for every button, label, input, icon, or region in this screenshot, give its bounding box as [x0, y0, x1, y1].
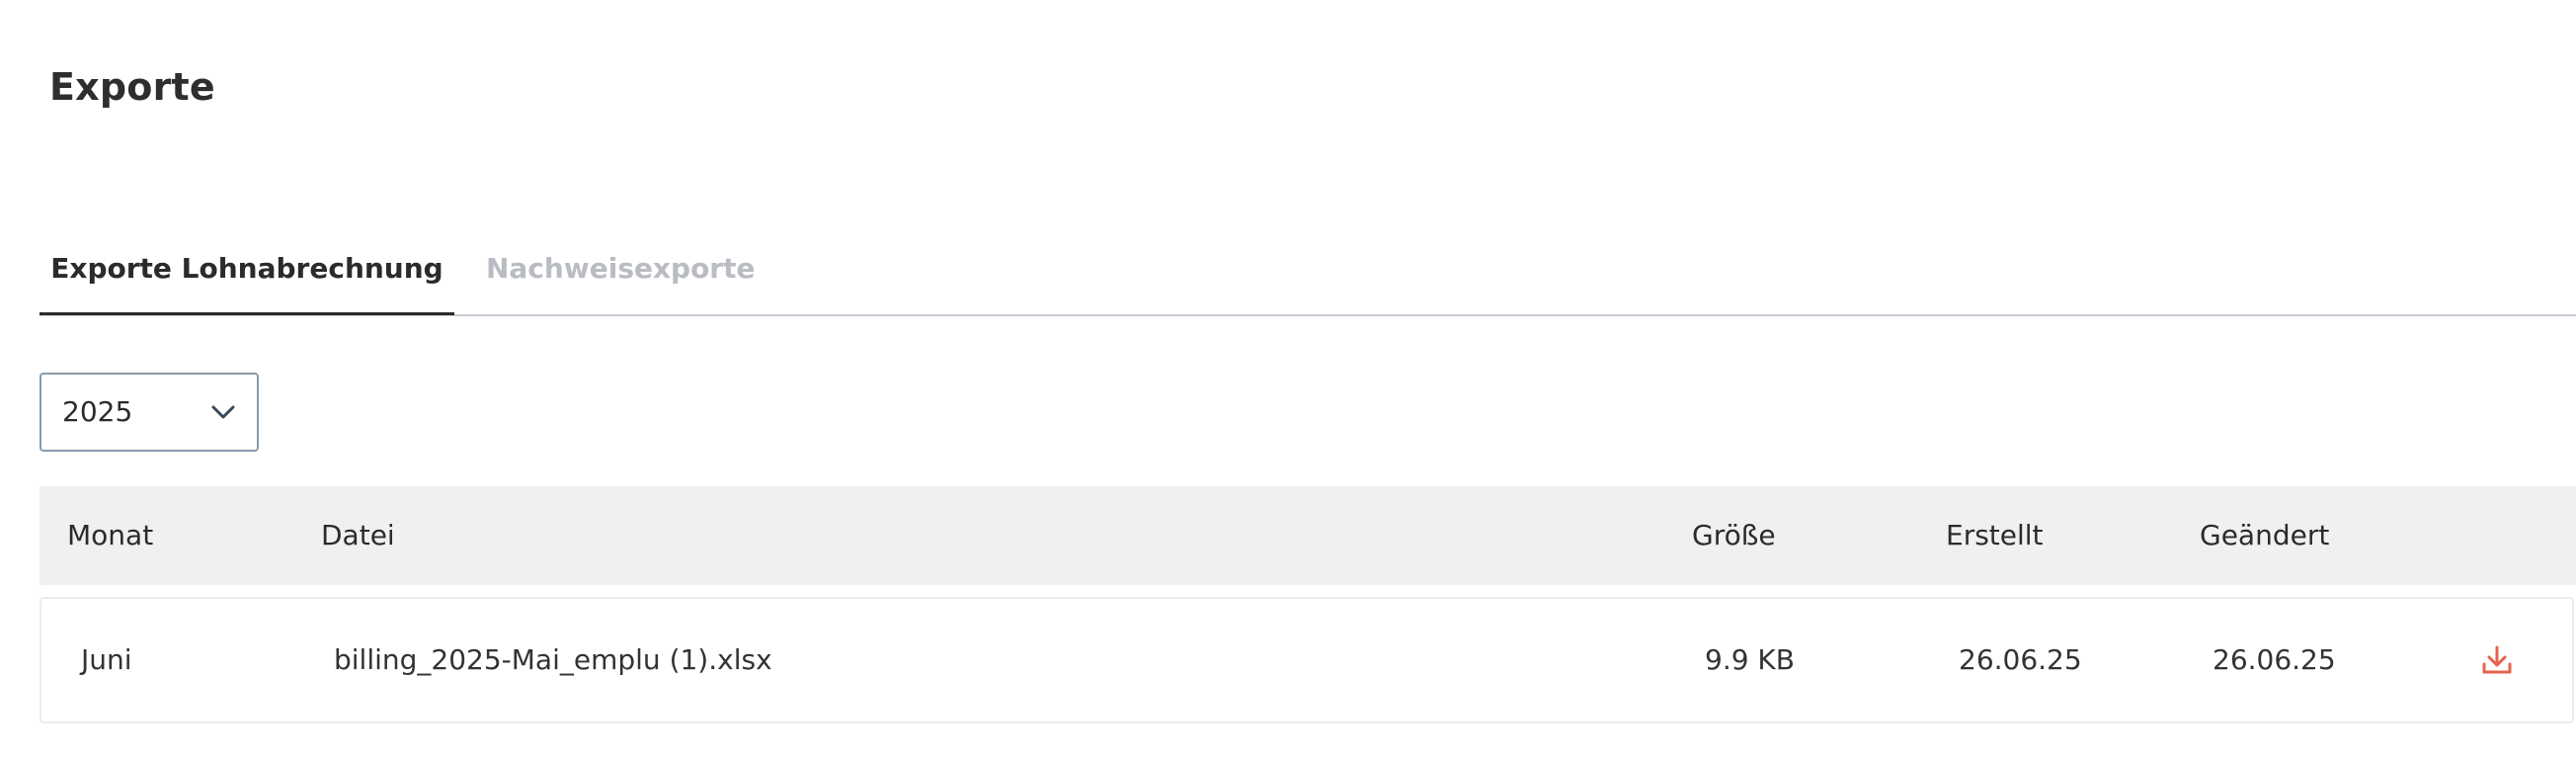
column-header-geaendert: Geändert [2200, 519, 2330, 551]
year-select[interactable]: 2025 [40, 373, 259, 452]
year-select-value: 2025 [62, 395, 133, 428]
column-header-groesse: Größe [1692, 519, 1776, 551]
tab-exporte-lohnabrechnung[interactable]: Exporte Lohnabrechnung [40, 229, 454, 315]
column-header-monat: Monat [67, 519, 154, 551]
cell-file-name: billing_2025-Mai_emplu (1).xlsx [334, 643, 772, 676]
table-header: Monat Datei Größe Erstellt Geändert [40, 486, 2576, 585]
page-title: Exporte [49, 65, 215, 109]
cell-created: 26.06.25 [1959, 643, 2082, 676]
cell-month: Juni [81, 643, 132, 676]
column-header-datei: Datei [321, 519, 395, 551]
cell-file-size: 9.9 KB [1705, 643, 1795, 676]
tab-bar: Exporte Lohnabrechnung Nachweisexporte [40, 229, 2576, 316]
column-header-erstellt: Erstellt [1946, 519, 2044, 551]
chevron-down-icon [211, 405, 235, 419]
tab-nachweisexporte[interactable]: Nachweisexporte [486, 229, 756, 314]
cell-modified: 26.06.25 [2213, 643, 2336, 676]
table-row: Juni billing_2025-Mai_emplu (1).xlsx 9.9… [40, 597, 2574, 723]
download-icon[interactable] [2479, 642, 2515, 678]
